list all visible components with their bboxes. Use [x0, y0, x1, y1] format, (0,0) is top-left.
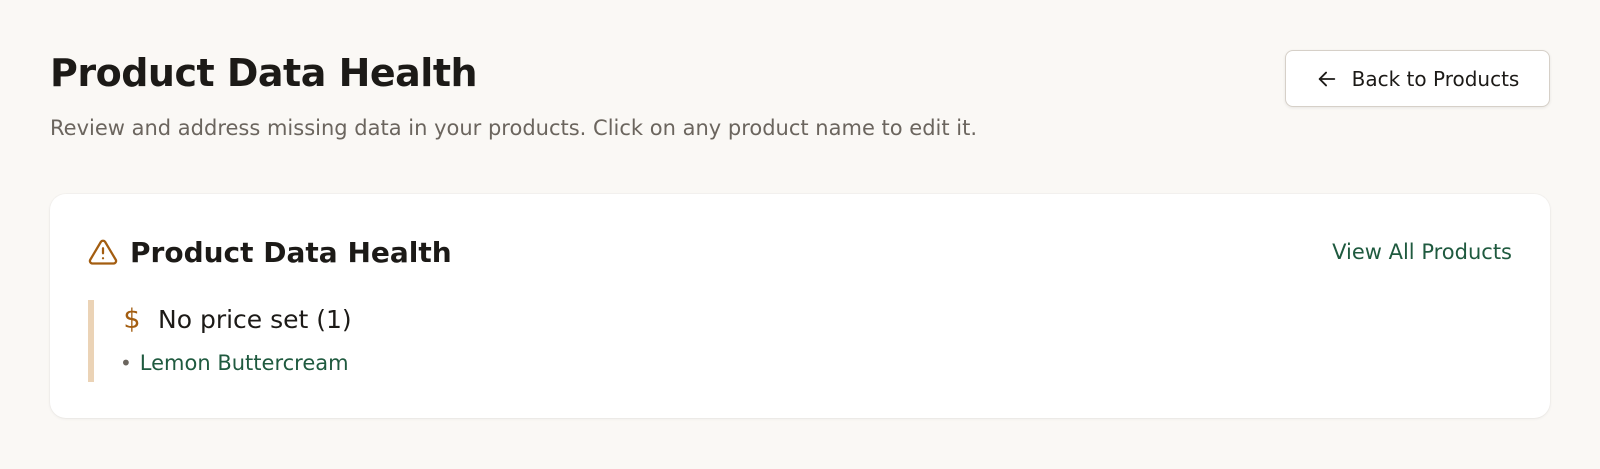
- view-all-products-link[interactable]: View All Products: [1332, 240, 1512, 264]
- bullet: •: [120, 351, 132, 375]
- page-title: Product Data Health: [50, 51, 478, 95]
- page: Product Data Health Review and address m…: [50, 0, 1550, 469]
- data-health-card: Product Data Health View All Products $ …: [50, 194, 1550, 418]
- back-to-products-button[interactable]: Back to Products: [1285, 50, 1550, 107]
- dollar-sign-icon: $: [123, 303, 141, 335]
- product-link-lemon-buttercream[interactable]: Lemon Buttercream: [140, 351, 349, 375]
- issue-heading: $ No price set (1): [120, 300, 688, 338]
- issue-title: No price set (1): [158, 304, 352, 334]
- issue-product-list: • Lemon Buttercream: [120, 348, 688, 378]
- card-title-group: Product Data Health: [88, 236, 452, 269]
- warning-triangle-icon: [88, 237, 118, 267]
- arrow-left-icon: [1316, 68, 1338, 90]
- card-header: Product Data Health View All Products: [88, 232, 1512, 272]
- back-to-products-label: Back to Products: [1351, 66, 1520, 91]
- page-header: Product Data Health Review and address m…: [50, 0, 1550, 160]
- issue-group-no-price: $ No price set (1) • Lemon Buttercream: [88, 300, 688, 382]
- list-item: • Lemon Buttercream: [120, 348, 688, 378]
- card-title: Product Data Health: [130, 235, 452, 269]
- page-subtitle: Review and address missing data in your …: [50, 116, 978, 140]
